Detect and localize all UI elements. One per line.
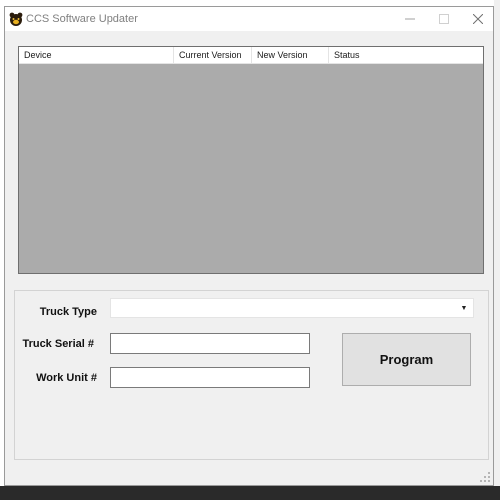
close-button[interactable]: [461, 7, 495, 31]
program-button[interactable]: Program: [342, 333, 471, 386]
window-title: CCS Software Updater: [26, 13, 138, 25]
minimize-button[interactable]: [393, 7, 427, 31]
minimize-icon: [405, 18, 415, 20]
bear-app-icon: [9, 12, 23, 26]
updater-window: CCS Software Updater Device Current Vers…: [4, 6, 494, 486]
taskbar-edge: [0, 486, 500, 500]
truck-serial-input[interactable]: [110, 333, 310, 354]
work-unit-input[interactable]: [110, 367, 310, 388]
device-list[interactable]: Device Current Version New Version Statu…: [18, 46, 484, 274]
background-window-edge-right: [494, 0, 500, 486]
title-bar[interactable]: CCS Software Updater: [5, 7, 493, 31]
column-header-current-version[interactable]: Current Version: [174, 47, 252, 63]
programming-panel: Truck Type ▼ Truck Serial # Work Unit # …: [14, 290, 489, 460]
truck-type-label: Truck Type: [39, 306, 97, 318]
column-header-status[interactable]: Status: [329, 47, 483, 63]
device-list-header: Device Current Version New Version Statu…: [19, 47, 483, 64]
maximize-button[interactable]: [427, 7, 461, 31]
chevron-down-icon[interactable]: ▼: [458, 299, 470, 317]
truck-serial-label: Truck Serial #: [22, 338, 94, 350]
column-header-new-version[interactable]: New Version: [252, 47, 329, 63]
maximize-icon: [439, 14, 449, 24]
resize-grip-icon[interactable]: [479, 471, 491, 483]
column-header-device[interactable]: Device: [19, 47, 174, 63]
close-icon: [473, 14, 483, 24]
work-unit-label: Work Unit #: [36, 372, 97, 384]
truck-type-dropdown[interactable]: ▼: [110, 298, 474, 318]
